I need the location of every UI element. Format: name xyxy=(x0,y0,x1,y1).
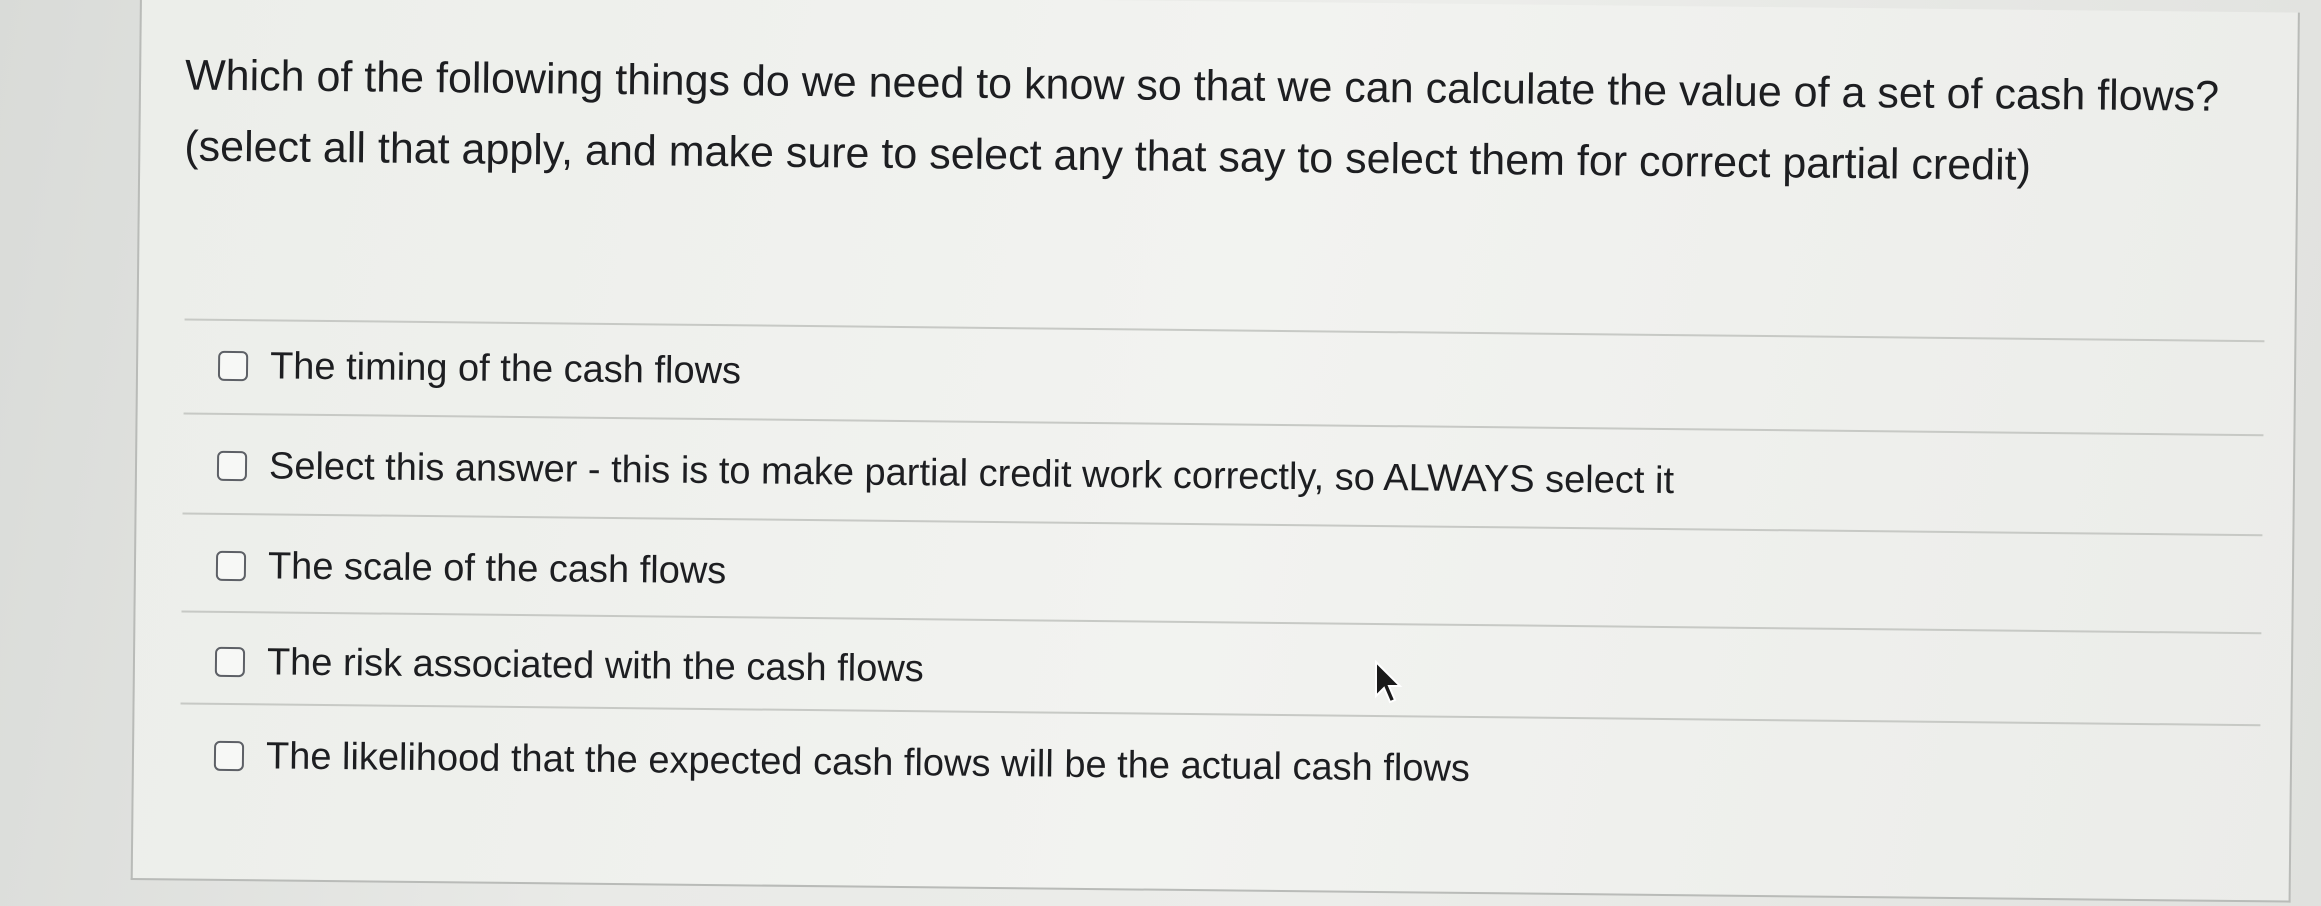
option-divider xyxy=(182,512,2263,537)
option-always-select[interactable]: Select this answer - this is to make par… xyxy=(216,443,1675,504)
option-label: The scale of the cash flows xyxy=(267,545,727,593)
option-timing[interactable]: The timing of the cash flows xyxy=(217,343,742,394)
option-risk[interactable]: The risk associated with the cash flows xyxy=(214,639,924,692)
option-divider xyxy=(181,610,2262,635)
question-text: Which of the following things do we need… xyxy=(184,51,2220,190)
checkbox-unchecked-icon[interactable] xyxy=(214,646,246,678)
mouse-pointer-icon xyxy=(1375,660,1403,704)
option-label: Select this answer - this is to make par… xyxy=(268,445,1675,503)
checkbox-unchecked-icon[interactable] xyxy=(216,450,248,482)
option-scale[interactable]: The scale of the cash flows xyxy=(215,543,727,594)
option-divider xyxy=(183,412,2264,437)
checkbox-unchecked-icon[interactable] xyxy=(213,740,245,772)
option-label: The likelihood that the expected cash fl… xyxy=(265,735,1471,790)
question-card: Which of the following things do we need… xyxy=(130,0,2300,903)
option-likelihood[interactable]: The likelihood that the expected cash fl… xyxy=(213,733,1471,792)
option-label: The timing of the cash flows xyxy=(269,345,742,393)
checkbox-unchecked-icon[interactable] xyxy=(215,550,247,582)
checkbox-unchecked-icon[interactable] xyxy=(217,350,249,382)
option-divider xyxy=(180,702,2261,727)
option-label: The risk associated with the cash flows xyxy=(266,641,924,691)
question-divider xyxy=(184,318,2265,343)
